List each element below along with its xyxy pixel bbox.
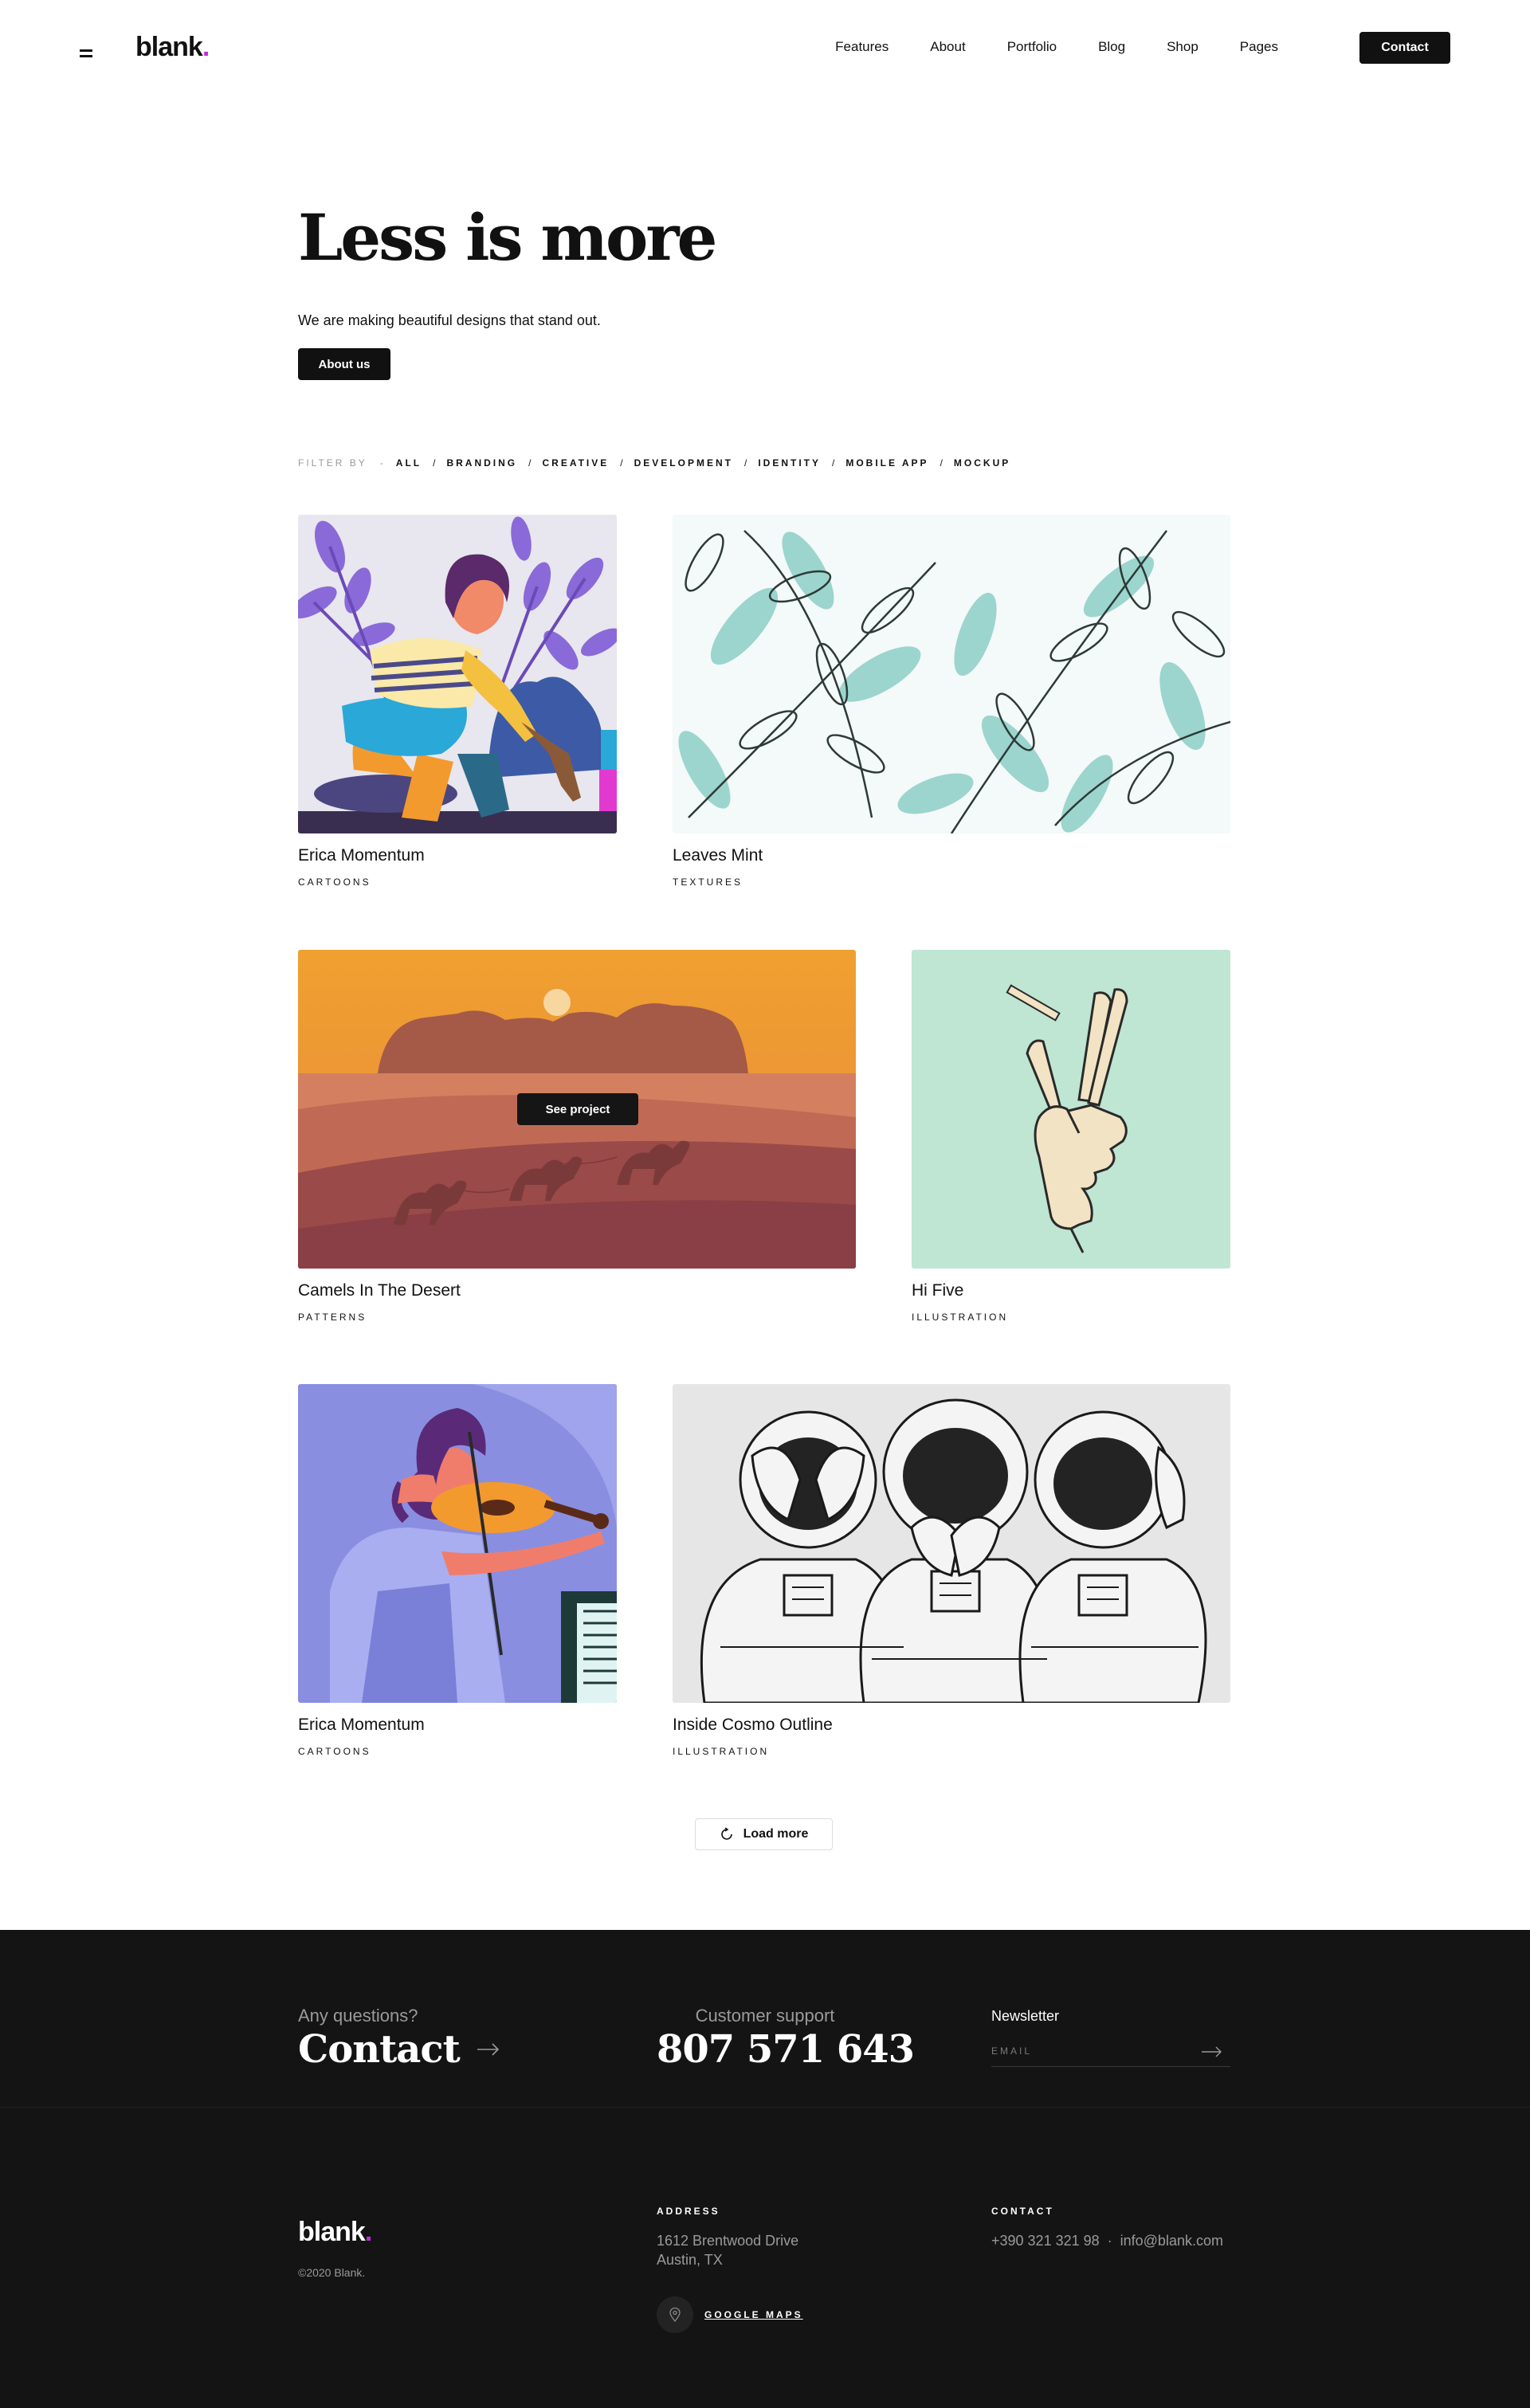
filter-creative[interactable]: CREATIVE [542,457,609,469]
footer-logo[interactable]: blank. [298,2217,373,2248]
project-image-erica-violin[interactable] [298,1384,617,1703]
map-pin-icon [657,2296,693,2333]
arrow-right-icon [477,2043,499,2056]
filter-label: FILTER BY [298,457,367,469]
project-category: TEXTURES [673,877,743,888]
copyright: ©2020 Blank. [298,2266,366,2279]
footer-divider [0,2107,1530,2108]
filter-separator: / [831,457,835,469]
about-us-button[interactable]: About us [298,348,390,380]
contact-heading: Contact [298,2027,461,2072]
contact-phone[interactable]: +390 321 321 98 [991,2233,1100,2249]
address-line-2: Austin, TX [657,2252,723,2268]
see-project-button[interactable]: See project [517,1093,638,1125]
nav-shop[interactable]: Shop [1167,39,1198,55]
site-logo[interactable]: blank. [135,32,210,63]
menu-icon[interactable] [80,49,92,57]
filter-mockup[interactable]: MOCKUP [954,457,1010,469]
project-image-camels-desert[interactable]: See project [298,950,856,1269]
portfolio-item[interactable]: Erica Momentum CARTOONS [298,1384,617,1759]
load-more-label: Load more [743,1827,809,1841]
footer-logo-dot: . [364,2217,373,2247]
project-title[interactable]: Camels In The Desert [298,1281,461,1300]
google-maps-label: GOOGLE MAPS [704,2309,803,2320]
project-image-inside-cosmo[interactable] [673,1384,1230,1703]
contact-details: +390 321 321 98 · info@blank.com [991,2233,1223,2249]
filter-separator: / [743,457,747,469]
load-more-button[interactable]: Load more [695,1818,833,1850]
project-category: ILLUSTRATION [912,1312,1009,1323]
portfolio-filter: FILTER BY - ALL / BRANDING / CREATIVE / … [298,457,1010,469]
filter-separator: / [433,457,436,469]
project-category: PATTERNS [298,1312,367,1323]
nav-features[interactable]: Features [835,39,889,55]
nav-portfolio[interactable]: Portfolio [1007,39,1057,55]
nav-about[interactable]: About [930,39,965,55]
project-category: ILLUSTRATION [673,1746,770,1757]
newsletter-email-input[interactable] [991,2037,1198,2065]
project-title[interactable]: Hi Five [912,1281,963,1300]
portfolio-item[interactable]: Erica Momentum CARTOONS [298,515,617,889]
hero-subtitle: We are making beautiful designs that sta… [298,312,601,328]
site-footer: Any questions? Contact Customer support … [0,1930,1530,2408]
portfolio-item[interactable]: Leaves Mint TEXTURES [673,515,1230,889]
footer-contact-link[interactable]: Contact [298,2027,500,2072]
refresh-icon [720,1827,732,1840]
project-title[interactable]: Leaves Mint [673,846,763,865]
project-title[interactable]: Inside Cosmo Outline [673,1716,833,1735]
nav-blog[interactable]: Blog [1098,39,1125,55]
project-category: CARTOONS [298,1746,371,1757]
filter-identity[interactable]: IDENTITY [758,457,821,469]
page-title: Less is more [298,200,717,275]
filter-all[interactable]: ALL [396,457,422,469]
address-label: ADDRESS [657,2206,720,2217]
contact-label: CONTACT [991,2206,1054,2217]
nav-pages[interactable]: Pages [1240,39,1278,55]
logo-text: blank [135,32,203,62]
google-maps-link[interactable]: GOOGLE MAPS [657,2296,803,2333]
project-image-erica-gardening[interactable] [298,515,617,833]
submit-arrow-icon[interactable] [1202,2046,1222,2057]
project-title[interactable]: Erica Momentum [298,1716,425,1735]
filter-separator: / [620,457,623,469]
contact-separator: · [1107,2233,1112,2249]
portfolio-item[interactable]: See project Camels In The Desert PATTERN… [298,950,856,1324]
project-category: CARTOONS [298,877,371,888]
main-nav: Features About Portfolio Blog Shop Pages [835,39,1278,55]
filter-separator: / [940,457,943,469]
newsletter-form [991,2037,1230,2067]
site-header: blank. Features About Portfolio Blog Sho… [0,0,1530,97]
portfolio-item[interactable]: Hi Five ILLUSTRATION [912,950,1230,1324]
portfolio-item[interactable]: Inside Cosmo Outline ILLUSTRATION [673,1384,1230,1759]
filter-dash: - [379,457,383,469]
support-label: Customer support [695,2006,835,2026]
project-title[interactable]: Erica Momentum [298,846,425,865]
logo-dot: . [202,32,210,62]
contact-email[interactable]: info@blank.com [1120,2233,1223,2249]
footer-logo-text: blank [298,2217,366,2247]
filter-mobile-app[interactable]: MOBILE APP [845,457,928,469]
project-image-hi-five[interactable] [912,950,1230,1269]
support-phone[interactable]: 807 571 643 [657,2027,915,2072]
contact-button[interactable]: Contact [1359,32,1450,64]
filter-development[interactable]: DEVELOPMENT [634,457,733,469]
questions-text: Any questions? [298,2006,418,2026]
filter-branding[interactable]: BRANDING [446,457,517,469]
newsletter-title: Newsletter [991,2008,1060,2024]
filter-separator: / [528,457,532,469]
address-line-1: 1612 Brentwood Drive [657,2233,799,2249]
project-image-leaves-mint[interactable] [673,515,1230,833]
